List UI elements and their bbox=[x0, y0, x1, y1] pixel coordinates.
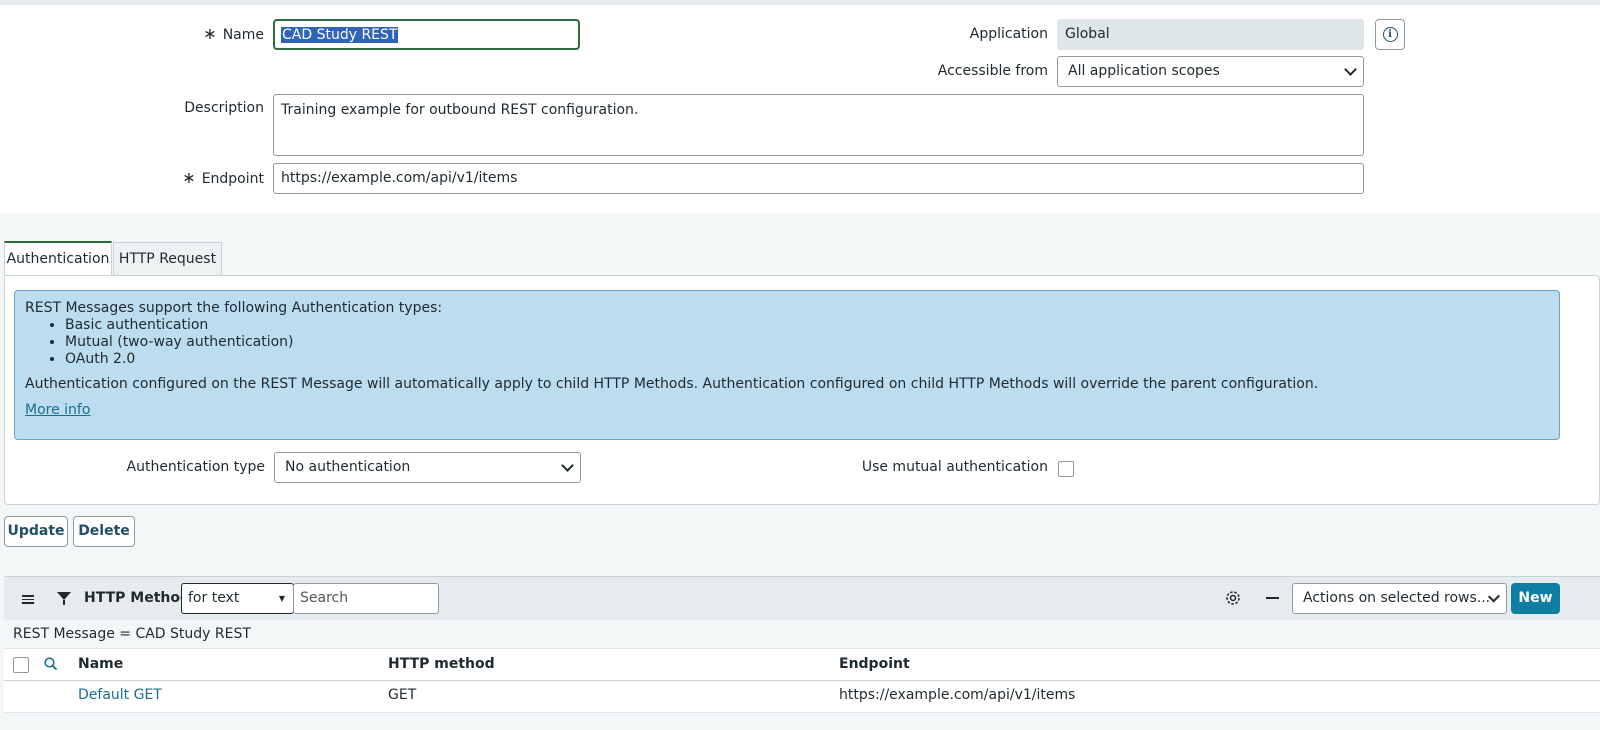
search-input[interactable]: Search bbox=[293, 583, 439, 614]
list-item: Basic authentication bbox=[65, 317, 1549, 334]
authentication-info-box: REST Messages support the following Auth… bbox=[14, 290, 1560, 440]
endpoint-label: ∗ Endpoint bbox=[182, 168, 264, 187]
column-header-row bbox=[4, 648, 1600, 681]
list-item: OAuth 2.0 bbox=[65, 351, 1549, 368]
tab-authentication[interactable]: Authentication bbox=[4, 241, 112, 276]
column-header-name[interactable]: Name bbox=[78, 648, 123, 681]
info-note: Authentication configured on the REST Me… bbox=[25, 376, 1319, 392]
application-field: Global bbox=[1057, 19, 1364, 50]
breadcrumb[interactable]: REST Message = CAD Study REST bbox=[4, 620, 1600, 648]
accessible-from-value: All application scopes bbox=[1068, 63, 1220, 79]
select-all-checkbox[interactable] bbox=[13, 657, 29, 673]
required-mark: ∗ bbox=[203, 24, 217, 43]
endpoint-input[interactable]: https://example.com/api/v1/items bbox=[273, 163, 1364, 194]
search-icon[interactable] bbox=[43, 656, 59, 672]
new-button[interactable]: New bbox=[1511, 583, 1560, 614]
description-label: Description bbox=[184, 100, 264, 116]
actions-select-value: Actions on selected rows... bbox=[1303, 590, 1491, 606]
row-http-method: GET bbox=[388, 687, 417, 703]
delete-button[interactable]: Delete bbox=[73, 516, 135, 547]
name-input[interactable]: CAD Study REST bbox=[273, 19, 580, 50]
update-button[interactable]: Update bbox=[4, 516, 68, 547]
tab-http-request[interactable]: HTTP Request bbox=[113, 242, 222, 275]
gear-icon[interactable] bbox=[1224, 589, 1242, 607]
authentication-type-select[interactable]: No authentication bbox=[274, 452, 581, 483]
name-input-value: CAD Study REST bbox=[281, 27, 399, 43]
row-endpoint: https://example.com/api/v1/items bbox=[839, 687, 1076, 703]
info-intro: REST Messages support the following Auth… bbox=[25, 300, 443, 316]
mutual-auth-checkbox[interactable] bbox=[1058, 461, 1074, 477]
info-icon: i bbox=[1382, 27, 1398, 42]
authentication-type-value: No authentication bbox=[285, 459, 411, 475]
application-info-button[interactable]: i bbox=[1375, 19, 1405, 50]
top-strip bbox=[0, 0, 1600, 5]
column-header-http-method[interactable]: HTTP method bbox=[388, 648, 495, 681]
chevron-down-icon bbox=[1344, 62, 1357, 76]
hamburger-menu-icon[interactable] bbox=[22, 593, 34, 606]
caret-down-icon: ▼ bbox=[278, 594, 285, 603]
application-label: Application bbox=[969, 26, 1048, 42]
search-field-value: for text bbox=[188, 590, 240, 606]
auth-types-list: Basic authentication Mutual (two-way aut… bbox=[25, 317, 1549, 368]
accessible-from-select[interactable]: All application scopes bbox=[1057, 56, 1364, 87]
description-value: Training example for outbound REST confi… bbox=[281, 102, 639, 118]
table-row bbox=[4, 681, 1600, 713]
filter-icon[interactable] bbox=[57, 592, 71, 605]
name-label: ∗ Name bbox=[203, 24, 264, 43]
description-textarea[interactable]: Training example for outbound REST confi… bbox=[273, 94, 1364, 156]
mutual-auth-label: Use mutual authentication bbox=[861, 459, 1048, 475]
more-info-link[interactable]: More info bbox=[25, 402, 90, 418]
required-mark: ∗ bbox=[182, 168, 196, 187]
collapse-icon[interactable] bbox=[1266, 597, 1279, 599]
row-name-link[interactable]: Default GET bbox=[78, 681, 162, 709]
column-header-endpoint[interactable]: Endpoint bbox=[839, 648, 910, 681]
actions-select[interactable]: Actions on selected rows... bbox=[1292, 583, 1507, 614]
search-field-select[interactable]: for text ▼ bbox=[181, 583, 294, 614]
list-item: Mutual (two-way authentication) bbox=[65, 334, 1549, 351]
chevron-down-icon bbox=[561, 458, 574, 472]
accessible-from-label: Accessible from bbox=[937, 63, 1048, 79]
authentication-type-label: Authentication type bbox=[126, 459, 266, 475]
